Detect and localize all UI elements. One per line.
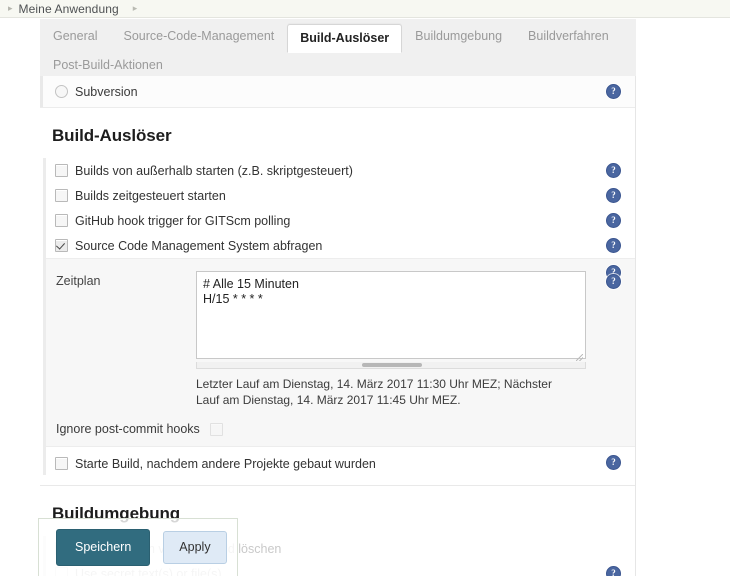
section-title-build-triggers: Build-Auslöser xyxy=(52,126,172,145)
scm-option-subversion[interactable]: Subversion xyxy=(40,76,635,107)
schedule-label: Zeitplan xyxy=(56,274,101,288)
ignore-post-commit-hooks-label: Ignore post-commit hooks xyxy=(56,422,200,436)
help-icon[interactable]: ? xyxy=(606,188,621,203)
trigger-downstream: Starte Build, nachdem andere Projekte ge… xyxy=(46,447,635,475)
help-icon[interactable]: ? xyxy=(606,163,621,178)
config-content-column: General Source-Code-Management Build-Aus… xyxy=(40,19,636,576)
chevron-right-icon-trailing[interactable]: ▸ xyxy=(133,3,138,14)
trigger-scm-poll-label: Source Code Management System abfragen xyxy=(75,238,323,253)
checkbox-trigger-remote[interactable] xyxy=(55,164,68,177)
schedule-hint-text: Letzter Lauf am Dienstag, 14. März 2017 … xyxy=(196,377,552,407)
tab-general[interactable]: General xyxy=(40,30,110,43)
tab-scm[interactable]: Source-Code-Management xyxy=(110,30,287,43)
checkbox-trigger-downstream[interactable] xyxy=(55,457,68,470)
scm-section: Subversion ? xyxy=(40,76,635,108)
jenkins-job-config-page: ▸ Meine Anwendung ▸ General Source-Code-… xyxy=(0,0,730,576)
radio-unchecked-icon[interactable] xyxy=(55,85,68,98)
breadcrumb-item-app[interactable]: Meine Anwendung xyxy=(19,2,119,16)
help-icon[interactable]: ? xyxy=(606,213,621,228)
config-tab-bar: General Source-Code-Management Build-Aus… xyxy=(40,19,636,76)
trigger-timer: Builds zeitgesteuert starten ? xyxy=(46,183,635,208)
trigger-remote-label: Builds von außerhalb starten (z.B. skrip… xyxy=(75,163,353,178)
help-icon[interactable]: ? xyxy=(606,566,621,576)
tab-build-steps[interactable]: Buildverfahren xyxy=(515,30,622,43)
page-canvas: General Source-Code-Management Build-Aus… xyxy=(0,19,730,576)
schedule-input[interactable] xyxy=(196,271,586,359)
chevron-right-icon: ▸ xyxy=(8,3,13,13)
scrollbar-thumb[interactable] xyxy=(362,363,422,367)
scm-option-label: Subversion xyxy=(75,84,138,99)
tab-build-triggers[interactable]: Build-Auslöser xyxy=(287,23,403,54)
trigger-github-hook: GitHub hook trigger for GITScm polling ? xyxy=(46,208,635,233)
apply-button[interactable]: Apply xyxy=(163,531,227,564)
save-bar: Speichern Apply xyxy=(38,518,238,576)
trigger-github-hook-label: GitHub hook trigger for GITScm polling xyxy=(75,213,291,228)
breadcrumb: ▸ Meine Anwendung ▸ xyxy=(0,0,730,18)
checkbox-trigger-github-hook[interactable] xyxy=(55,214,68,227)
checkbox-trigger-timer[interactable] xyxy=(55,189,68,202)
tab-post-build-actions[interactable]: Post-Build-Aktionen xyxy=(40,59,176,72)
help-icon[interactable]: ? xyxy=(606,238,621,253)
trigger-downstream-label: Starte Build, nachdem andere Projekte ge… xyxy=(75,456,376,471)
help-icon[interactable]: ? xyxy=(606,274,621,289)
tab-build-environment[interactable]: Buildumgebung xyxy=(402,30,515,43)
trigger-timer-label: Builds zeitgesteuert starten xyxy=(75,188,226,203)
build-trigger-list: Builds von außerhalb starten (z.B. skrip… xyxy=(43,158,635,475)
trigger-remote: Builds von außerhalb starten (z.B. skrip… xyxy=(46,158,635,183)
schedule-horizontal-scrollbar[interactable] xyxy=(196,362,586,369)
config-form: Subversion ? Build-Auslöser Builds von a… xyxy=(40,76,636,576)
checkbox-ignore-post-commit-hooks[interactable] xyxy=(209,422,223,436)
scm-poll-settings: Zeitplan ? Letzter Lauf am Dienstag, 14.… xyxy=(46,258,635,447)
checkbox-trigger-scm-poll[interactable] xyxy=(55,239,68,252)
help-icon[interactable]: ? xyxy=(606,84,621,99)
schedule-field: Zeitplan ? xyxy=(46,265,635,369)
ignore-post-commit-hooks-field: Ignore post-commit hooks ? xyxy=(46,274,635,446)
save-button[interactable]: Speichern xyxy=(56,529,151,566)
help-icon[interactable]: ? xyxy=(606,455,621,470)
trigger-scm-poll: Source Code Management System abfragen ? xyxy=(46,233,635,258)
